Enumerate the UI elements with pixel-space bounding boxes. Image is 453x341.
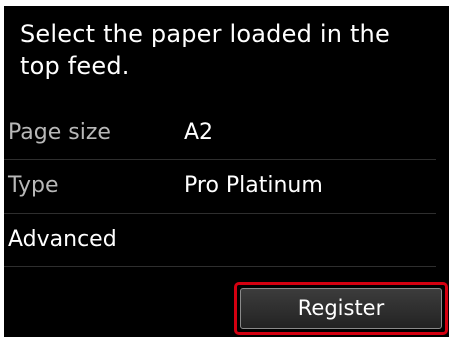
printer-panel-screen: Select the paper loaded in the top feed.… — [4, 6, 449, 337]
instruction-line-2: top feed. — [20, 52, 130, 80]
paper-type-setting[interactable]: Type Pro Platinum — [4, 163, 436, 211]
paper-type-label: Type — [8, 173, 59, 198]
advanced-label: Advanced — [8, 227, 117, 252]
divider — [4, 266, 436, 267]
register-button[interactable]: Register — [240, 288, 442, 329]
page-size-value: A2 — [184, 120, 214, 145]
page-size-setting[interactable]: Page size A2 — [4, 110, 436, 158]
instruction-message: Select the paper loaded in the top feed. — [20, 18, 430, 82]
paper-type-value: Pro Platinum — [184, 173, 323, 198]
instruction-line-1: Select the paper loaded in the — [20, 20, 390, 48]
divider — [4, 159, 436, 160]
page-size-label: Page size — [8, 120, 111, 145]
advanced-setting[interactable]: Advanced — [4, 217, 436, 265]
divider — [4, 213, 436, 214]
